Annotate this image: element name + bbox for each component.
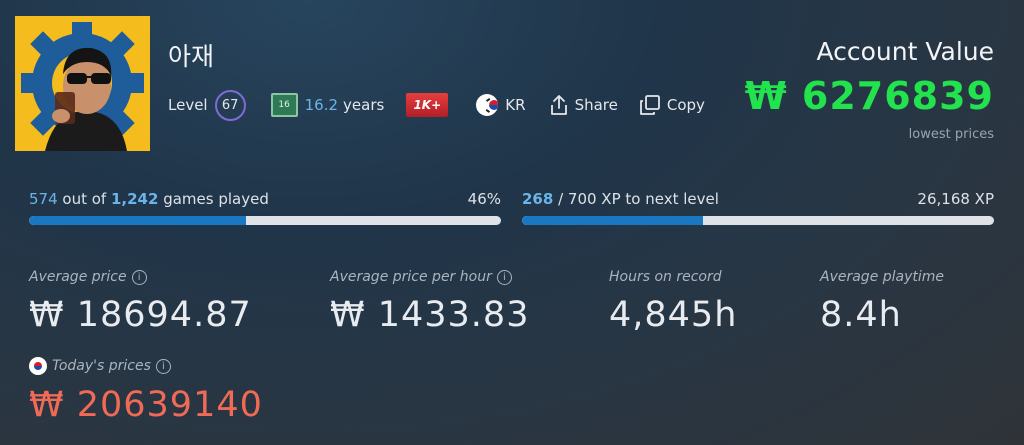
copy-button[interactable]: Copy	[639, 94, 705, 116]
xp-text: 268 / 700 XP to next level	[522, 190, 719, 208]
info-icon[interactable]: i	[496, 269, 512, 285]
account-value-amount: ₩ 6276839	[744, 74, 994, 118]
games-played-count: 574	[29, 190, 58, 208]
games-owned-badge[interactable]: 1K+	[406, 93, 449, 117]
years-value: 16.2	[304, 96, 339, 114]
account-value-title: Account Value	[816, 37, 994, 66]
xp-progress: 268 / 700 XP to next level 26,168 XP	[522, 190, 994, 230]
stat-average-price: Average price i ₩ 18694.87	[29, 269, 252, 335]
korea-flag-icon	[29, 357, 47, 375]
years-of-service-icon: 16	[270, 93, 298, 117]
share-icon	[550, 95, 567, 115]
xp-progress-fill	[522, 216, 703, 225]
games-played-progress: 574 out of 1,242 games played 46%	[29, 190, 501, 230]
average-price-value: ₩ 18694.87	[29, 295, 252, 335]
average-price-per-hour-value: ₩ 1433.83	[330, 295, 530, 335]
hours-on-record-label: Hours on record	[609, 269, 722, 285]
share-button[interactable]: Share	[549, 94, 618, 116]
years-label: years	[343, 96, 385, 114]
games-progress-fill	[29, 216, 247, 225]
games-mid-text: out of	[57, 190, 111, 208]
share-label: Share	[574, 96, 618, 114]
country-code: KR	[505, 96, 526, 114]
info-icon[interactable]: i	[131, 269, 147, 285]
games-played-text: 574 out of 1,242 games played	[29, 190, 269, 208]
copy-label: Copy	[666, 96, 705, 114]
username: 아재	[168, 42, 215, 71]
avatar-image	[15, 16, 150, 151]
games-suffix: games played	[158, 190, 269, 208]
country: KR	[469, 94, 526, 116]
copy-icon	[639, 95, 660, 115]
avatar[interactable]	[15, 16, 150, 151]
years-icon-text: 16	[278, 100, 290, 110]
stat-average-price-per-hour: Average price per hour i ₩ 1433.83	[330, 269, 529, 335]
korea-flag-icon	[476, 94, 499, 116]
stat-hours-on-record: Hours on record 4,845h	[609, 269, 737, 335]
profile-meta-row: Level 67 16 16.2 years 1K+ KR Share Copy	[168, 89, 705, 121]
games-played-percent: 46%	[467, 190, 501, 208]
xp-total: 26,168 XP	[917, 190, 994, 208]
games-total-count: 1,242	[110, 190, 159, 208]
stat-todays-prices: Today's prices i ₩ 20639140	[29, 357, 263, 425]
xp-current: 268	[522, 190, 554, 208]
average-price-label: Average price	[29, 269, 127, 285]
level-badge[interactable]: 67	[214, 89, 246, 121]
average-playtime-label: Average playtime	[820, 269, 945, 285]
average-playtime-value: 8.4h	[820, 295, 902, 335]
hours-on-record-value: 4,845h	[609, 295, 738, 335]
games-progress-track	[29, 216, 501, 225]
todays-prices-label: Today's prices	[52, 358, 151, 374]
stat-average-playtime: Average playtime 8.4h	[820, 269, 944, 335]
xp-progress-track	[522, 216, 994, 225]
average-price-per-hour-label: Average price per hour	[330, 269, 492, 285]
info-icon[interactable]: i	[155, 358, 171, 374]
account-value-note: lowest prices	[908, 127, 994, 142]
todays-prices-value: ₩ 20639140	[29, 385, 263, 425]
level-label: Level	[168, 96, 208, 114]
xp-suffix: / 700 XP to next level	[553, 190, 719, 208]
